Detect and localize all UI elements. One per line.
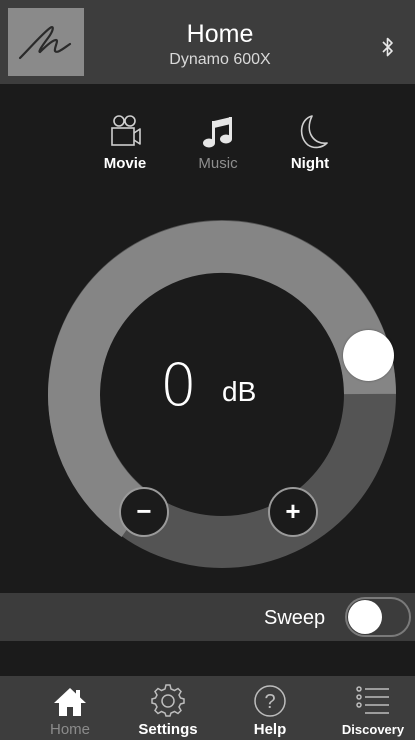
help-icon: ? (254, 685, 286, 717)
tab-home-label: Home (49, 721, 90, 738)
mode-music-button[interactable]: Music (178, 113, 258, 175)
home-icon (54, 688, 86, 716)
signature-logo-icon (18, 26, 72, 60)
bluetooth-icon[interactable] (381, 36, 395, 58)
page-title: Home (186, 20, 254, 48)
movie-camera-icon (111, 115, 141, 146)
volume-down-button[interactable]: − (119, 487, 169, 537)
plus-icon: + (285, 496, 301, 526)
crescent-moon-icon (300, 115, 328, 149)
sweep-label: Sweep (264, 607, 326, 629)
brand-logo[interactable] (8, 8, 84, 76)
tab-settings-label: Settings (138, 721, 198, 738)
mode-night-button[interactable]: Night (270, 113, 350, 175)
device-name: Dynamo 600X (169, 51, 271, 68)
volume-knob-handle[interactable] (343, 330, 394, 381)
tab-home[interactable]: Home (35, 676, 105, 740)
tab-help-label: Help (253, 721, 287, 738)
volume-value: 0 (160, 351, 197, 419)
gear-icon (151, 684, 185, 717)
mode-music-label: Music (198, 155, 238, 172)
mode-movie-button[interactable]: Movie (85, 113, 165, 175)
tab-help[interactable]: ? Help (235, 676, 305, 740)
svg-text:?: ? (264, 691, 275, 713)
tab-discovery-label: Discovery (341, 722, 405, 737)
music-note-icon (203, 117, 232, 148)
mode-movie-label: Movie (103, 155, 147, 172)
minus-icon: − (136, 496, 152, 526)
tab-discovery[interactable]: Discovery (335, 676, 411, 740)
list-icon (356, 686, 389, 714)
volume-unit: dB (222, 376, 257, 407)
sweep-toggle[interactable] (345, 597, 411, 637)
mode-night-label: Night (290, 155, 330, 172)
toggle-thumb (348, 600, 382, 634)
volume-up-button[interactable]: + (268, 487, 318, 537)
tab-settings[interactable]: Settings (130, 676, 206, 740)
